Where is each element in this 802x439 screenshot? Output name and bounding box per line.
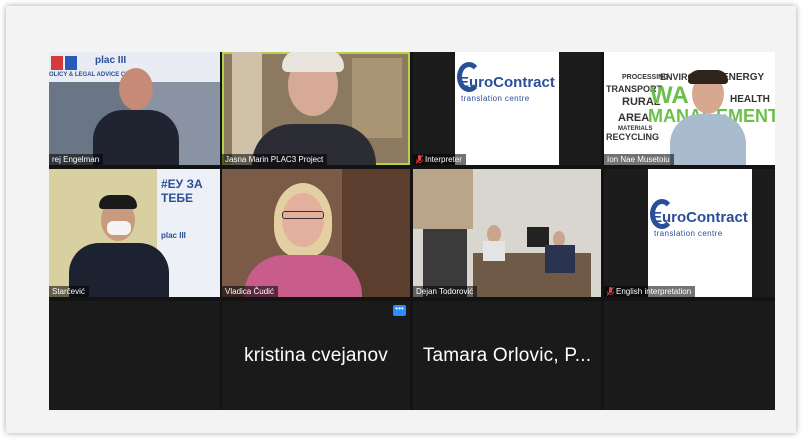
video-tile-empty [49, 301, 220, 410]
participant-head [282, 193, 324, 247]
video-tile-starcevic[interactable]: #ЕУ ЗА ТЕБЕ plac III Starčević [49, 169, 220, 297]
participant-name-tag: Vladica Čudić [222, 286, 278, 297]
participant-body [670, 114, 746, 165]
flag-blue-shape [65, 56, 77, 70]
mic-muted-icon [416, 155, 423, 164]
participant-name-tag: Ion Nae Musetoiu [604, 154, 674, 165]
video-tile-empty [604, 301, 775, 410]
participant-body [483, 241, 505, 261]
video-tile-english-interpretation[interactable]: EuroContract translation centre English … [604, 169, 775, 297]
logo-title: EuroContract [652, 209, 748, 226]
flag-red-shape [51, 56, 63, 70]
logo-subtitle: translation centre [461, 94, 530, 103]
participant-body [545, 245, 575, 273]
eurocontract-logo: EuroContract translation centre [455, 52, 559, 165]
shelf-shape [413, 169, 473, 229]
video-tile-dejan-todorovic[interactable]: Dejan Todorović [413, 169, 601, 297]
eurocontract-logo: EuroContract translation centre [648, 169, 752, 297]
video-tile-jasna-marin[interactable]: Jasna Marin PLAC3 Project [222, 52, 410, 165]
plac-logo: plac III [95, 55, 127, 66]
logo-subtitle: translation centre [654, 229, 723, 238]
participant-name-tag: English interpretation [604, 286, 696, 297]
participant-name-tag: Jasna Marin PLAC3 Project [222, 154, 328, 165]
participant-name: Tamara Orlovic, P... [422, 344, 592, 366]
participant-name: Interpreter [425, 155, 462, 164]
participant-name: Ion Nae Musetoiu [607, 155, 670, 164]
participant-name: Dejan Todorović [416, 287, 474, 296]
participant-hair [99, 195, 137, 209]
video-tile-ion-nae-musetoiu[interactable]: PROCESSING ENVIRO ENERGY TRANSPORT RURAL… [604, 52, 775, 165]
participant-body [93, 110, 179, 165]
cloud-word: ENERGY [722, 72, 765, 83]
face-mask [107, 221, 131, 235]
participant-name-tag: Interpreter [413, 154, 466, 165]
participant-name: rej Engelman [52, 155, 100, 164]
participant-name: Vladica Čudić [225, 287, 274, 296]
cloud-word: AREA [618, 112, 650, 124]
participant-name: English interpretation [616, 287, 692, 296]
video-tile-tamara-orlovic[interactable]: Tamara Orlovic, P... [413, 301, 601, 410]
participant-hair [282, 52, 344, 72]
cloud-word: RECYCLING [606, 132, 660, 142]
participant-name: Jasna Marin PLAC3 Project [225, 155, 324, 164]
video-tile-vladica-cudic[interactable]: Vladica Čudić [222, 169, 410, 297]
cloud-word: HEALTH [730, 94, 770, 105]
participant-name-tag: rej Engelman [49, 154, 104, 165]
mic-muted-icon [607, 287, 614, 296]
participant-head [119, 68, 153, 110]
participant-name: kristina cvejanov [244, 344, 388, 366]
participant-hair [688, 70, 728, 84]
more-options-button[interactable]: ••• [393, 305, 406, 316]
logo-title: EuroContract [459, 74, 555, 91]
monitor-shape [527, 227, 549, 247]
poster-text: #ЕУ ЗА ТЕБЕ [161, 177, 203, 205]
video-gallery: plac III OLICY & LEGAL ADVICE CENT rej E… [49, 52, 775, 410]
participant-name-tag: Dejan Todorović [413, 286, 478, 297]
video-tile-interpreter[interactable]: EuroContract translation centre Interpre… [413, 52, 601, 165]
shelf-shape [352, 58, 402, 138]
participant-name: Starčević [52, 287, 85, 296]
video-tile-andrej-engelman[interactable]: plac III OLICY & LEGAL ADVICE CENT rej E… [49, 52, 220, 165]
plac-logo: plac III [161, 231, 186, 240]
glasses-shape [282, 211, 324, 219]
video-tile-kristina-cvejanov[interactable]: ••• kristina cvejanov [222, 301, 410, 410]
participant-name-tag: Starčević [49, 286, 89, 297]
screenshot-frame: plac III OLICY & LEGAL ADVICE CENT rej E… [6, 6, 796, 433]
